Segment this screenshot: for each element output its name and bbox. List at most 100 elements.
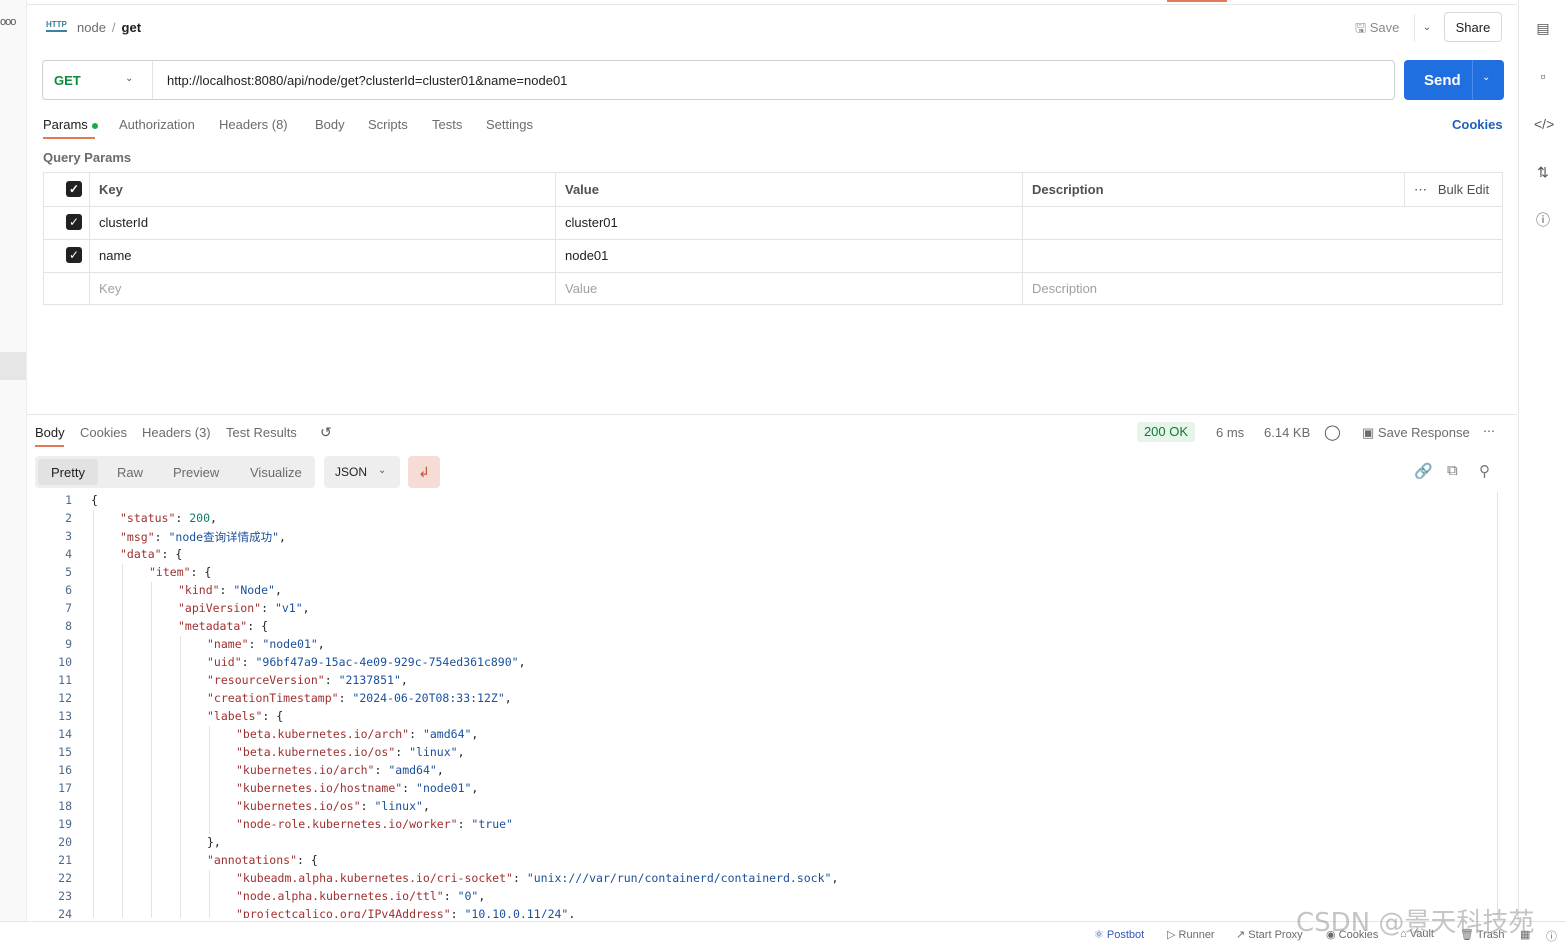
pane-splitter[interactable] — [27, 414, 1517, 415]
link-icon[interactable]: 🔗 — [1414, 462, 1433, 480]
method-select[interactable]: GET — [54, 73, 81, 88]
param-value[interactable]: cluster01 — [555, 206, 1022, 239]
code-line: "status": 200, — [120, 511, 217, 525]
code-line: "creationTimestamp": "2024-06-20T08:33:1… — [207, 691, 512, 705]
row-checkbox[interactable]: ✓ — [66, 214, 82, 230]
status-badge[interactable]: 200 OK — [1137, 422, 1195, 442]
code-line: "msg": "node查询详情成功", — [120, 530, 286, 544]
code-line: { — [91, 493, 98, 507]
new-key-input[interactable]: Key — [89, 272, 555, 305]
format-raw[interactable]: Raw — [117, 465, 143, 480]
line-number: 2 — [65, 511, 72, 525]
code-line: "beta.kubernetes.io/os": "linux", — [236, 745, 465, 759]
more-icon[interactable]: ooo — [0, 16, 16, 28]
header-checkbox-cell: ✓ — [44, 173, 89, 206]
line-number: 14 — [58, 727, 72, 741]
query-params-title: Query Params — [43, 150, 132, 165]
more-options-icon[interactable]: ⋯ — [1483, 424, 1495, 438]
code-line: "apiVersion": "v1", — [178, 601, 310, 615]
save-chevron-down-icon[interactable]: ⌄ — [1414, 14, 1439, 42]
line-number: 17 — [58, 781, 72, 795]
line-number: 19 — [58, 817, 72, 831]
save-icon: 🖫 — [1355, 20, 1367, 35]
code-line: "node-role.kubernetes.io/worker": "true" — [236, 817, 513, 831]
line-number: 3 — [65, 529, 72, 543]
comment-icon[interactable]: ▫ — [1534, 67, 1552, 85]
param-key[interactable]: clusterId — [89, 206, 555, 239]
wrap-lines-icon[interactable]: ↲ — [408, 456, 440, 488]
row-checkbox[interactable]: ✓ — [66, 247, 82, 263]
response-tab-cookies[interactable]: Cookies — [80, 425, 127, 440]
globe-icon[interactable]: ◯ — [1324, 423, 1341, 441]
param-key[interactable]: name — [89, 239, 555, 272]
tab-body[interactable]: Body — [315, 117, 345, 132]
runner-button[interactable]: ▷ Runner — [1167, 928, 1215, 941]
row-checkbox-cell: ✓ — [44, 206, 89, 239]
line-number: 16 — [58, 763, 72, 777]
save-response-button[interactable]: ▣ Save Response — [1362, 425, 1470, 441]
param-description[interactable] — [1022, 206, 1404, 239]
code-line: "resourceVersion": "2137851", — [207, 673, 408, 687]
start-proxy-label: Start Proxy — [1248, 929, 1303, 941]
new-description-input[interactable]: Description — [1022, 272, 1404, 305]
format-type-label: JSON — [335, 465, 368, 479]
breadcrumb-parent[interactable]: node — [77, 20, 106, 35]
format-type-select[interactable]: JSON ⌄ — [324, 456, 400, 488]
right-sidebar: ▤ ▫ </> ⇅ ⓘ — [1518, 0, 1566, 949]
params-table: ✓ Key Value Description ⋯ Bulk Edit ✓ cl… — [43, 172, 1503, 305]
bulk-edit-button[interactable]: ⋯ Bulk Edit — [1404, 173, 1502, 206]
save-button[interactable]: 🖫 Save — [1355, 19, 1399, 41]
tab-strip — [27, 0, 1517, 5]
format-visualize[interactable]: Visualize — [250, 465, 302, 480]
history-icon[interactable]: ↺ — [320, 424, 332, 441]
line-number: 23 — [58, 889, 72, 903]
param-value[interactable]: node01 — [555, 239, 1022, 272]
response-tab-test-results[interactable]: Test Results — [226, 425, 297, 440]
tab-settings[interactable]: Settings — [486, 117, 533, 132]
send-button[interactable]: Send ⌄ — [1404, 60, 1504, 100]
code-icon[interactable]: </> — [1534, 115, 1554, 133]
code-line: "kubernetes.io/arch": "amd64", — [236, 763, 444, 777]
tab-tests[interactable]: Tests — [432, 117, 462, 132]
line-number: 9 — [65, 637, 72, 651]
param-description[interactable] — [1022, 239, 1404, 272]
url-divider — [152, 61, 153, 99]
document-icon[interactable]: ▤ — [1534, 19, 1552, 37]
chevron-down-icon[interactable]: ⌄ — [125, 73, 133, 84]
format-preview[interactable]: Preview — [173, 465, 219, 480]
help-icon[interactable]: ⓘ — [1546, 928, 1557, 944]
info-icon[interactable]: ⓘ — [1534, 211, 1552, 229]
search-icon[interactable]: ⚲ — [1479, 462, 1490, 480]
share-button[interactable]: Share — [1444, 12, 1502, 42]
indent-guide — [122, 564, 123, 918]
tab-headers[interactable]: Headers (8) — [219, 117, 288, 132]
indent-guide — [209, 870, 210, 918]
breadcrumb-current[interactable]: get — [122, 20, 142, 35]
code-line: "kubernetes.io/os": "linux", — [236, 799, 430, 813]
response-time[interactable]: 6 ms — [1216, 425, 1244, 440]
new-value-input[interactable]: Value — [555, 272, 1022, 305]
indent-guide — [93, 510, 94, 918]
tab-scripts[interactable]: Scripts — [368, 117, 408, 132]
postbot-button[interactable]: ⚛ Postbot — [1094, 928, 1144, 941]
response-tab-headers[interactable]: Headers (3) — [142, 425, 211, 440]
line-number: 22 — [58, 871, 72, 885]
row-checkbox-cell: ✓ — [44, 239, 89, 272]
url-input[interactable]: http://localhost:8080/api/node/get?clust… — [167, 73, 567, 88]
response-body-editor[interactable]: 1 {2 "status": 200, 3 "msg": "node查询详情成功", 4 "… — [27, 492, 1497, 918]
sidebar-selection — [0, 352, 26, 380]
editor-scrollbar[interactable] — [1497, 492, 1498, 918]
cookies-link[interactable]: Cookies — [1452, 117, 1503, 132]
response-tab-body[interactable]: Body — [35, 425, 65, 440]
tab-params[interactable]: Params — [43, 117, 98, 132]
related-icon[interactable]: ⇅ — [1534, 163, 1552, 181]
send-chevron-down-icon[interactable]: ⌄ — [1482, 72, 1490, 83]
format-pretty[interactable]: Pretty — [51, 465, 85, 480]
start-proxy-button[interactable]: ↗ Start Proxy — [1236, 928, 1303, 941]
response-size[interactable]: 6.14 KB — [1264, 425, 1310, 440]
checkbox-all[interactable]: ✓ — [66, 181, 82, 197]
tab-authorization[interactable]: Authorization — [119, 117, 195, 132]
code-line: "metadata": { — [178, 619, 269, 633]
line-number: 11 — [58, 673, 72, 687]
copy-icon[interactable]: ⧉ — [1447, 462, 1458, 479]
